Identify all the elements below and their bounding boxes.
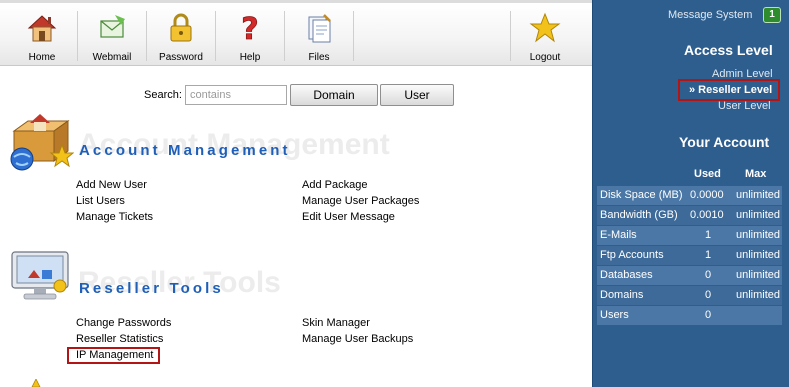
account-row-domains: Domains 0 unlimited bbox=[597, 286, 782, 305]
account-row-emails: E-Mails 1 unlimited bbox=[597, 226, 782, 245]
home-button[interactable]: Home bbox=[8, 3, 76, 66]
access-level-title: Access Level bbox=[684, 42, 773, 58]
row-used: 0 bbox=[705, 309, 712, 321]
message-system-link[interactable]: Message System bbox=[668, 9, 752, 21]
manage-user-packages-link[interactable]: Manage User Packages bbox=[302, 195, 419, 207]
lock-icon bbox=[170, 13, 192, 42]
row-max: unlimited bbox=[736, 289, 781, 301]
account-row-disk-space: Disk Space (MB) 0.0000 unlimited bbox=[597, 186, 782, 205]
row-max: unlimited bbox=[736, 189, 781, 201]
row-label: Ftp Accounts bbox=[600, 249, 664, 261]
row-label: Users bbox=[600, 309, 629, 321]
row-used: 0 bbox=[705, 289, 712, 301]
account-row-users: Users 0 bbox=[597, 306, 782, 325]
help-label: Help bbox=[239, 52, 261, 63]
add-new-user-link[interactable]: Add New User bbox=[76, 179, 147, 191]
edit-user-message-link[interactable]: Edit User Message bbox=[302, 211, 395, 223]
webmail-button[interactable]: Webmail bbox=[78, 3, 146, 66]
user-level-link[interactable]: User Level bbox=[718, 100, 771, 112]
svg-text:?: ? bbox=[241, 12, 258, 45]
row-max: unlimited bbox=[736, 209, 781, 221]
question-icon: ? bbox=[241, 12, 259, 45]
mail-icon bbox=[100, 15, 125, 38]
row-used: 1 bbox=[705, 249, 712, 261]
row-label: Disk Space (MB) bbox=[600, 189, 683, 201]
reseller-statistics-link[interactable]: Reseller Statistics bbox=[76, 333, 163, 345]
change-passwords-link[interactable]: Change Passwords bbox=[76, 317, 171, 329]
webmail-label: Webmail bbox=[92, 52, 132, 63]
search-domain-button[interactable]: Domain bbox=[290, 84, 378, 106]
row-used: 0 bbox=[705, 269, 712, 281]
star-icon bbox=[529, 12, 561, 43]
used-column-header: Used bbox=[694, 168, 721, 180]
skin-manager-link[interactable]: Skin Manager bbox=[302, 317, 370, 329]
reseller-tools-title: Reseller Tools bbox=[79, 280, 224, 297]
house-icon bbox=[27, 15, 57, 42]
files-label: Files bbox=[308, 52, 330, 63]
max-column-header: Max bbox=[745, 168, 767, 180]
account-row-bandwidth: Bandwidth (GB) 0.0010 unlimited bbox=[597, 206, 782, 225]
row-used: 0.0010 bbox=[690, 209, 724, 221]
reseller-tools-icon bbox=[11, 251, 69, 300]
row-used: 1 bbox=[705, 229, 712, 241]
row-label: Domains bbox=[600, 289, 644, 301]
row-max: unlimited bbox=[736, 249, 781, 261]
row-max: unlimited bbox=[736, 229, 781, 241]
add-package-link[interactable]: Add Package bbox=[302, 179, 367, 191]
search-input[interactable] bbox=[185, 85, 287, 105]
message-count-badge[interactable]: 1 bbox=[763, 7, 781, 23]
row-max: unlimited bbox=[736, 269, 781, 281]
files-button[interactable]: Files bbox=[285, 3, 353, 66]
search-user-button[interactable]: User bbox=[380, 84, 454, 106]
list-users-link[interactable]: List Users bbox=[76, 195, 125, 207]
account-row-ftp-accounts: Ftp Accounts 1 unlimited bbox=[597, 246, 782, 265]
password-label: Password bbox=[159, 52, 203, 63]
row-label: Databases bbox=[600, 269, 653, 281]
account-management-icon bbox=[10, 114, 74, 171]
account-row-databases: Databases 0 unlimited bbox=[597, 266, 782, 285]
toolbar-separator bbox=[353, 11, 354, 61]
reseller-level-link[interactable]: » Reseller Level bbox=[689, 84, 772, 96]
account-management-title: Account Management bbox=[79, 142, 291, 159]
manage-tickets-link[interactable]: Manage Tickets bbox=[76, 211, 153, 223]
home-label: Home bbox=[28, 52, 56, 63]
row-label: Bandwidth (GB) bbox=[600, 209, 678, 221]
row-label: E-Mails bbox=[600, 229, 637, 241]
logout-button[interactable]: Logout bbox=[511, 3, 579, 66]
files-icon bbox=[308, 14, 331, 43]
your-account-title: Your Account bbox=[679, 134, 770, 150]
manage-user-backups-link[interactable]: Manage User Backups bbox=[302, 333, 413, 345]
logout-label: Logout bbox=[529, 52, 561, 63]
search-label: Search: bbox=[144, 89, 182, 101]
top-toolbar: Home Webmail Password ? Help Files Logou… bbox=[0, 0, 592, 66]
help-button[interactable]: ? Help bbox=[216, 3, 284, 66]
ip-management-link[interactable]: IP Management bbox=[76, 349, 153, 361]
password-button[interactable]: Password bbox=[147, 3, 215, 66]
next-section-icon bbox=[31, 379, 41, 387]
row-used: 0.0000 bbox=[690, 189, 724, 201]
